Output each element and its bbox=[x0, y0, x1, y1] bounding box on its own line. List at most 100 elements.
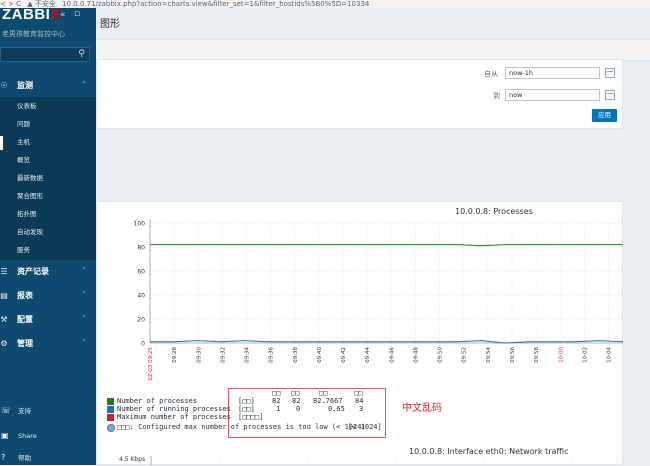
menu-section-label: 监测 bbox=[17, 81, 33, 90]
x-tick-label: 10:00 bbox=[558, 347, 564, 363]
menu-section-monitoring[interactable]: ☉ 监测 ˆ bbox=[0, 76, 96, 96]
footer-support-label: 支持 bbox=[18, 407, 31, 415]
active-item-indicator bbox=[0, 136, 3, 150]
chevron-down-icon: ˇ bbox=[82, 315, 86, 324]
legend-header-2: □□ bbox=[291, 389, 300, 397]
garbled-text-annotation: 中文乱码 bbox=[402, 403, 442, 414]
menu-item-hosts[interactable]: 主机 bbox=[17, 134, 96, 151]
page-title: 图形 bbox=[100, 19, 120, 30]
legend-header-4: □□ bbox=[354, 389, 363, 397]
chevron-down-icon: ˇ bbox=[82, 291, 86, 300]
footer-help[interactable]: ? 帮助 bbox=[0, 450, 96, 466]
menu-item-overview[interactable]: 概览 bbox=[17, 152, 96, 169]
from-label: 自从 bbox=[484, 70, 498, 78]
menu-section-administration[interactable]: ⚙ 管理 ˇ bbox=[0, 334, 96, 354]
chevron-down-icon: ˇ bbox=[82, 267, 86, 276]
footer-help-label: 帮助 bbox=[18, 454, 31, 462]
legend-swatch bbox=[107, 414, 114, 421]
x-tick-label: 09:30 bbox=[196, 347, 202, 363]
y-tick-label: 60 bbox=[137, 269, 145, 276]
legend-series-name: Maximum number of processes bbox=[117, 413, 231, 421]
menu-item-maps[interactable]: 拓扑图 bbox=[17, 206, 96, 223]
sidebar-search-input[interactable]: ⚲ bbox=[0, 47, 90, 62]
menu-item-discovery[interactable]: 自动发现 bbox=[17, 224, 96, 241]
support-icon: ☏ bbox=[1, 406, 12, 415]
x-tick-label: 09:40 bbox=[317, 347, 323, 363]
help-icon: ? bbox=[1, 453, 6, 462]
legend-unit: [□□] bbox=[238, 397, 255, 405]
x-tick-label: 09:48 bbox=[413, 347, 419, 363]
from-input[interactable]: now-1h bbox=[505, 67, 600, 79]
footer-share[interactable]: ▣ Share bbox=[0, 428, 96, 444]
legend-swatch bbox=[107, 406, 114, 413]
y-tick-label: 20 bbox=[137, 317, 145, 324]
y-tick-label: 40 bbox=[137, 293, 145, 300]
menu-item-latest-data[interactable]: 最新数据 bbox=[17, 170, 96, 187]
wrench-icon: ⚒ bbox=[0, 315, 8, 324]
y-tick-label: 0 bbox=[141, 341, 145, 348]
expand-sidebar-button[interactable]: ▫ bbox=[74, 9, 80, 19]
menu-item-services[interactable]: 服务 bbox=[17, 242, 96, 259]
monitoring-submenu: 仪表板 问题 主机 概览 最新数据 聚合图形 拓扑图 自动发现 服务 bbox=[0, 97, 96, 260]
to-label: 到 bbox=[493, 92, 500, 100]
menu-item-problems[interactable]: 问题 bbox=[17, 116, 96, 133]
apply-button[interactable]: 应用 bbox=[592, 109, 617, 122]
x-tick-label: 09:54 bbox=[486, 347, 492, 363]
legend-header-1: □□ bbox=[272, 389, 281, 397]
menu-section-label: 资产记录 bbox=[17, 267, 49, 276]
sidebar-subtitle: 老男孩教育监控中心 bbox=[2, 30, 65, 38]
calendar-icon[interactable] bbox=[605, 68, 615, 78]
series-line-1 bbox=[150, 244, 623, 247]
legend-min: 82 bbox=[292, 397, 301, 405]
legend-avg: 0.65 bbox=[328, 405, 345, 413]
x-tick-label: 09:42 bbox=[341, 347, 347, 363]
x-tick-label: 09:50 bbox=[438, 347, 444, 363]
x-tick-label: 09:44 bbox=[365, 347, 371, 363]
x-tick-label: 09:58 bbox=[534, 347, 540, 363]
x-tick-label: 02-03 09:25 bbox=[148, 347, 154, 381]
trigger-value: [< 1024] bbox=[348, 423, 382, 431]
legend-unit: [□□□□] bbox=[238, 413, 264, 421]
gear-icon: ⚙ bbox=[0, 339, 8, 348]
url-text[interactable]: 10.0.0.71/zabbix.php?action=charts.view&… bbox=[62, 0, 369, 8]
x-tick-label: 09:52 bbox=[462, 347, 468, 363]
chevron-up-icon: ˆ bbox=[82, 81, 86, 90]
menu-section-reports[interactable]: ▤ 报表 ˇ bbox=[0, 286, 96, 306]
footer-support[interactable]: ☏ 支持 bbox=[0, 403, 96, 419]
menu-item-dashboard[interactable]: 仪表板 bbox=[17, 98, 96, 115]
chevron-down-icon: ˇ bbox=[82, 339, 86, 348]
graph2-title: 10.0.0.8: Interface eth0: Network traffi… bbox=[409, 447, 569, 456]
legend-min: 0 bbox=[296, 405, 301, 413]
search-icon[interactable]: ⚲ bbox=[78, 49, 85, 59]
y-tick-label: 100 bbox=[134, 221, 146, 228]
to-input[interactable]: now bbox=[505, 89, 600, 101]
legend-series-name: Number of processes bbox=[117, 397, 198, 405]
legend-avg: 82.7667 bbox=[313, 397, 343, 405]
calendar-icon[interactable] bbox=[605, 90, 615, 100]
legend-swatch bbox=[107, 398, 114, 405]
x-tick-label: 09:36 bbox=[269, 347, 275, 363]
share-icon: ▣ bbox=[1, 431, 9, 440]
x-tick-label: 10:02 bbox=[582, 347, 588, 363]
x-tick-label: 09:56 bbox=[510, 347, 516, 363]
menu-section-label: 配置 bbox=[17, 315, 33, 324]
menu-section-configuration[interactable]: ⚒ 配置 ˇ bbox=[0, 310, 96, 330]
menu-item-screens[interactable]: 聚合图形 bbox=[17, 188, 96, 205]
footer-share-label: Share bbox=[18, 432, 37, 440]
bar-chart-icon: ▤ bbox=[0, 291, 8, 300]
browser-address-bar[interactable]: < > C ▲ 不安全 10.0.0.71/zabbix.php?action=… bbox=[0, 0, 650, 8]
collapse-sidebar-button[interactable]: « bbox=[60, 10, 66, 20]
filter-tab-strip bbox=[96, 39, 650, 61]
legend-max: 84 bbox=[355, 397, 364, 405]
list-icon: ☰ bbox=[0, 267, 8, 276]
legend-series-name: Number of running processes bbox=[117, 405, 231, 413]
zabbix-logo[interactable]: ZABBIX bbox=[2, 6, 61, 23]
graph2-grid-top bbox=[150, 456, 617, 465]
legend-header-3: □□ bbox=[319, 389, 328, 397]
y-tick-label: 80 bbox=[137, 245, 145, 252]
menu-section-inventory[interactable]: ☰ 资产记录 ˇ bbox=[0, 262, 96, 282]
x-tick-label: 09:28 bbox=[172, 347, 178, 363]
legend-unit: [□□] bbox=[238, 405, 255, 413]
x-tick-label: 09:34 bbox=[245, 347, 251, 363]
menu-section-label: 报表 bbox=[17, 291, 33, 300]
